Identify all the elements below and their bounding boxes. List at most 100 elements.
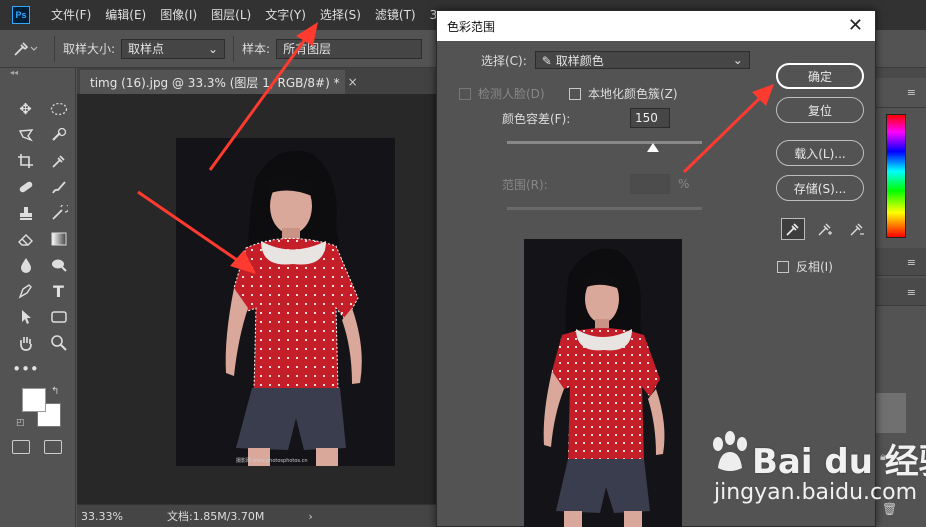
options-separator [233, 35, 235, 62]
save-button[interactable]: 存储(S)... [776, 175, 864, 201]
menu-filter[interactable]: 滤镜(T) [368, 0, 423, 30]
panel-menu-icon[interactable]: ≡ [907, 256, 916, 269]
detect-faces-checkbox[interactable] [459, 87, 471, 100]
fuzziness-input[interactable]: 150 [630, 108, 670, 128]
chevron-right-icon[interactable]: › [308, 510, 312, 523]
photo-credit: 摄影网 www.photosphotos.cn [236, 457, 308, 464]
detect-faces-row: 检测人脸(D) [459, 85, 545, 102]
eyedropper-icon: ✎ [541, 53, 552, 68]
fuzziness-slider-thumb[interactable] [647, 143, 660, 152]
sample-select[interactable]: 所有图层 [276, 38, 423, 59]
marquee-tool-icon[interactable] [42, 96, 75, 122]
load-button[interactable]: 载入(L)... [776, 140, 864, 166]
eyedropper-tool-preset-icon[interactable] [6, 35, 46, 63]
sample-label: 样本: [242, 42, 271, 56]
panel-header: ≡ [876, 78, 926, 108]
clone-stamp-tool-icon[interactable] [9, 200, 42, 226]
selection-preview[interactable] [524, 239, 682, 527]
path-selection-tool-icon[interactable] [9, 304, 42, 330]
canvas-area[interactable]: 摄影网 www.photosphotos.cn [77, 94, 437, 504]
sample-size-label: 取样大小: [63, 42, 116, 56]
invert-checkbox[interactable] [777, 260, 789, 273]
tool-grid: ✥ T ••• [0, 96, 75, 382]
eraser-tool-icon[interactable] [9, 226, 42, 252]
close-icon[interactable]: ✕ [848, 15, 863, 36]
crop-tool-icon[interactable] [9, 148, 42, 174]
chevron-down-icon: ⌄ [732, 53, 743, 67]
invert-row: 反相(I) [777, 258, 833, 275]
rectangle-tool-icon[interactable] [42, 304, 75, 330]
type-tool-icon[interactable]: T [42, 278, 75, 304]
more-tools-icon[interactable]: ••• [9, 356, 42, 382]
close-icon[interactable]: × [348, 75, 358, 89]
healing-brush-tool-icon[interactable] [9, 174, 42, 200]
tools-panel: ◂◂ ✥ T ••• ↰ ◰ [0, 68, 76, 527]
swap-colors-icon[interactable]: ↰ [51, 386, 59, 397]
dialog-title: 色彩范围 [447, 19, 496, 34]
paw-icon [713, 431, 747, 471]
menu-image[interactable]: 图像(I) [153, 0, 204, 30]
menu-items: 文件(F) 编辑(E) 图像(I) 图层(L) 文字(Y) 选择(S) 滤镜(T… [44, 0, 453, 30]
quick-selection-tool-icon[interactable] [42, 122, 75, 148]
reset-button[interactable]: 复位 [776, 97, 864, 123]
fuzziness-label: 颜色容差(F): [502, 111, 571, 126]
default-colors-icon[interactable]: ◰ [16, 418, 25, 428]
gradient-tool-icon[interactable] [42, 226, 75, 252]
fuzziness-row: 颜色容差(F): 150 [502, 108, 670, 128]
select-dropdown[interactable]: ✎ 取样颜色 ⌄ [534, 51, 750, 69]
range-unit: % [678, 177, 690, 191]
history-brush-tool-icon[interactable] [42, 200, 75, 226]
menu-select[interactable]: 选择(S) [313, 0, 368, 30]
menu-edit[interactable]: 编辑(E) [98, 0, 153, 30]
document-tab[interactable]: timg (16).jpg @ 33.3% (图层 1, RGB/8#) * × [80, 70, 358, 94]
lasso-tool-icon[interactable] [9, 122, 42, 148]
brush-tool-icon[interactable] [42, 174, 75, 200]
dialog-titlebar: 色彩范围 [437, 11, 875, 41]
move-tool-icon[interactable]: ✥ [9, 96, 42, 122]
panel-header: ≡ [876, 248, 926, 276]
document-tab-title: timg (16).jpg @ 33.3% (图层 1, RGB/8#) * [90, 75, 340, 90]
sample-size-select[interactable]: 取样点 ⌄ [121, 38, 226, 59]
mode-row [12, 440, 62, 454]
range-row: 范围(R): % [502, 174, 689, 194]
panel-menu-icon[interactable]: ≡ [907, 86, 916, 99]
watermark-brand: Bai du 经验 [752, 442, 926, 482]
panel-header: ≡ [876, 278, 926, 306]
select-row: 选择(C): ✎ 取样颜色 ⌄ [481, 51, 750, 69]
blur-tool-icon[interactable] [9, 252, 42, 278]
foreground-color-swatch[interactable] [22, 388, 46, 412]
layer-thumbnail[interactable] [876, 393, 906, 433]
menu-type[interactable]: 文字(Y) [258, 0, 313, 30]
baidu-watermark: Bai du 经验 jingyan.baidu.com [708, 428, 926, 510]
dodge-tool-icon[interactable] [42, 252, 75, 278]
sample-value: 所有图层 [283, 42, 332, 56]
document-size: 文档:1.85M/3.70M [167, 510, 265, 523]
localized-clusters-label: 本地化颜色簇(Z) [588, 87, 678, 101]
color-spectrum[interactable] [886, 114, 906, 238]
panel-menu-icon[interactable]: ≡ [907, 286, 916, 299]
select-label: 选择(C): [481, 53, 527, 68]
hand-tool-icon[interactable] [9, 330, 42, 356]
eyedropper-tool-icon[interactable] [42, 148, 75, 174]
zoom-level[interactable]: 33.33% [81, 510, 153, 523]
menu-file[interactable]: 文件(F) [44, 0, 98, 30]
pen-tool-icon[interactable] [9, 278, 42, 304]
range-input[interactable] [630, 174, 670, 194]
quick-mask-icon[interactable] [12, 440, 30, 454]
menu-layer[interactable]: 图层(L) [204, 0, 258, 30]
localized-clusters-checkbox[interactable] [569, 87, 581, 100]
chevron-down-icon: ⌄ [207, 41, 219, 56]
collapse-panel-icon[interactable]: ◂◂ [0, 68, 75, 78]
range-slider-track[interactable] [507, 207, 702, 210]
fuzziness-slider-track[interactable] [507, 141, 702, 144]
zoom-tool-icon[interactable] [42, 330, 75, 356]
ok-button[interactable]: 确定 [776, 63, 864, 89]
select-value-group: ✎ 取样颜色 [542, 52, 604, 69]
eyedropper-subtract-icon[interactable] [845, 218, 869, 240]
range-label: 范围(R): [502, 177, 548, 192]
screen-mode-icon[interactable] [44, 440, 62, 454]
eyedropper-add-icon[interactable] [813, 218, 837, 240]
document-tab-strip: timg (16).jpg @ 33.3% (图层 1, RGB/8#) * × [77, 68, 437, 94]
document-photo: 摄影网 www.photosphotos.cn [176, 138, 395, 466]
eyedropper-icon[interactable] [781, 218, 805, 240]
